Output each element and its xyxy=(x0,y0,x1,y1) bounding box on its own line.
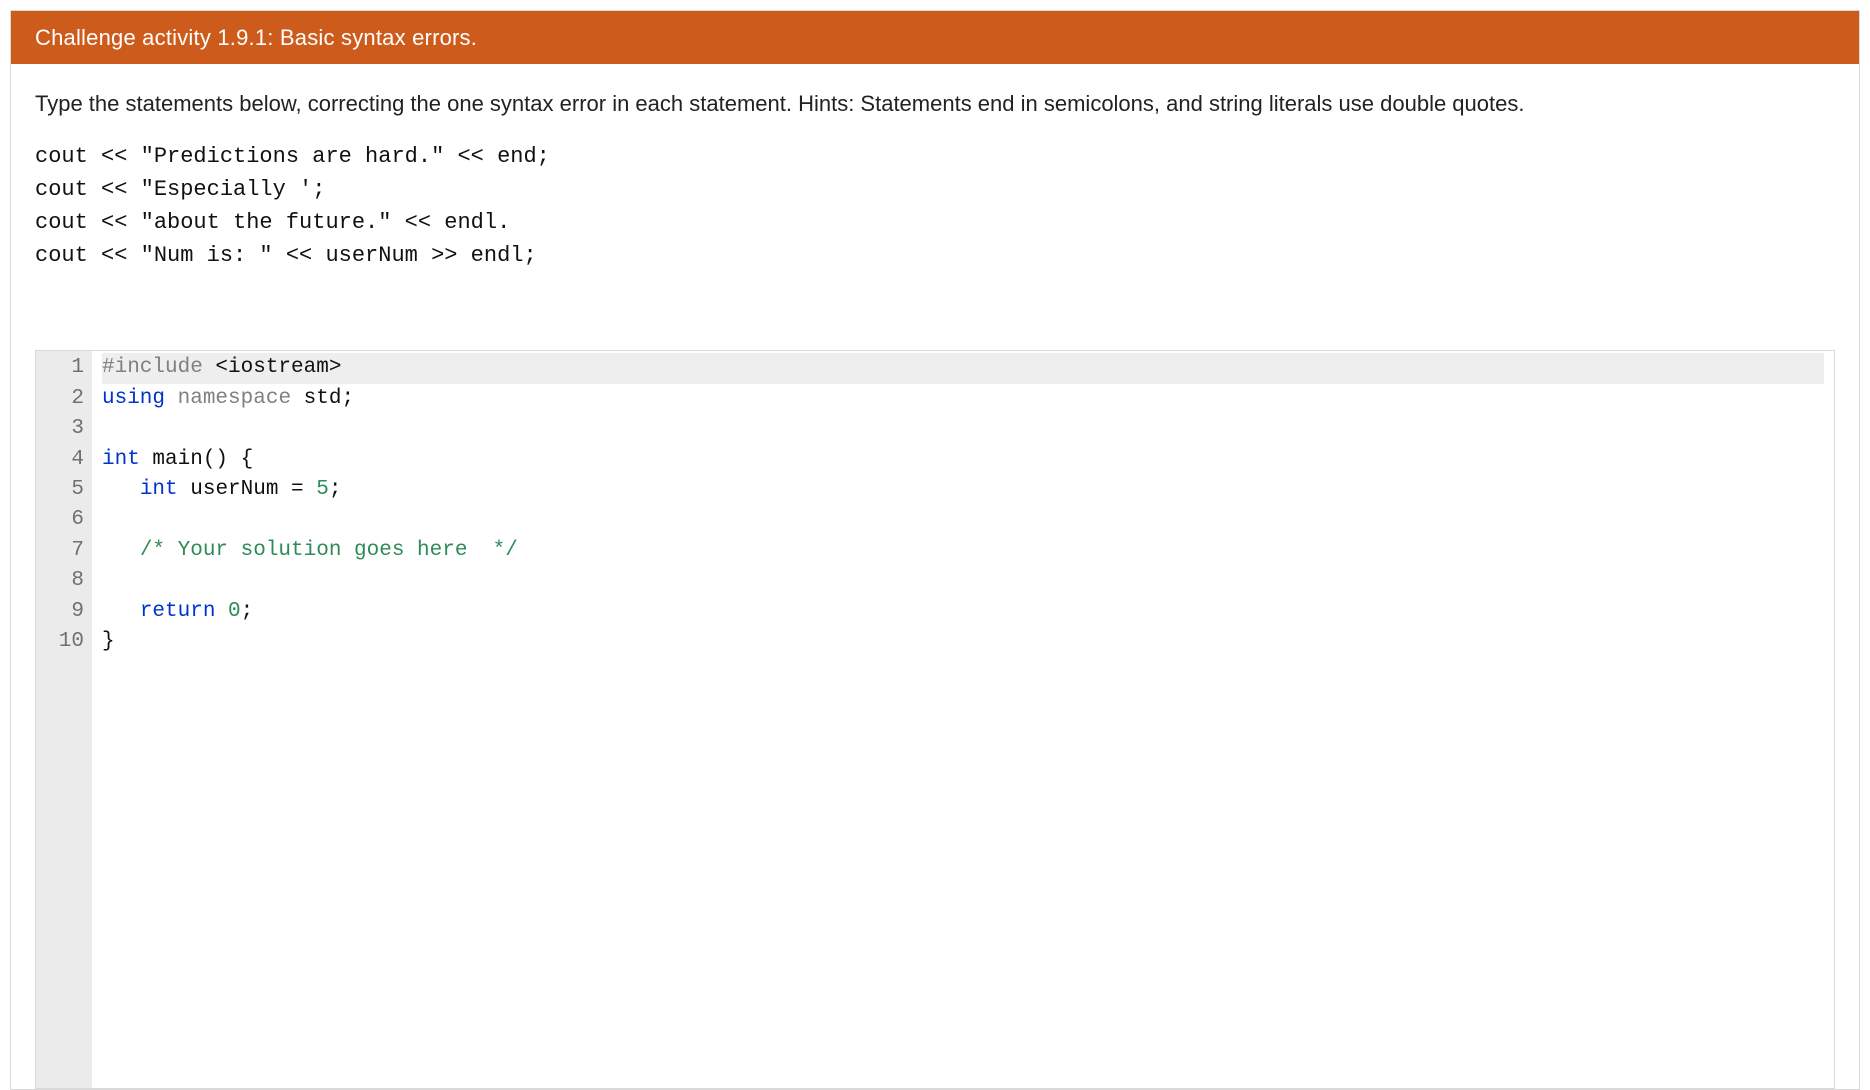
code-line[interactable]: #include <iostream> xyxy=(102,353,1824,383)
code-line[interactable]: int main() { xyxy=(102,445,1824,475)
instructions: Type the statements below, correcting th… xyxy=(35,88,1835,120)
code-line[interactable]: return 0; xyxy=(102,597,1824,627)
line-number: 4 xyxy=(50,445,84,475)
line-number: 7 xyxy=(50,536,84,566)
code-line[interactable]: using namespace std; xyxy=(102,384,1824,414)
line-number: 9 xyxy=(50,597,84,627)
banner-number: 1.9.1: xyxy=(217,25,273,50)
code-line[interactable]: /* Your solution goes here */ xyxy=(102,536,1824,566)
line-number: 2 xyxy=(50,384,84,414)
line-number: 8 xyxy=(50,566,84,596)
code-line[interactable] xyxy=(102,414,1824,444)
line-number: 5 xyxy=(50,475,84,505)
challenge-card: Challenge activity 1.9.1: Basic syntax e… xyxy=(10,10,1860,1090)
line-number: 1 xyxy=(50,353,84,383)
code-area[interactable]: #include <iostream>using namespace std; i… xyxy=(92,351,1834,1088)
banner-label: Challenge activity xyxy=(35,25,211,50)
code-editor[interactable]: 12345678910 #include <iostream>using nam… xyxy=(35,350,1835,1089)
line-number: 3 xyxy=(50,414,84,444)
sample-code: cout << "Predictions are hard." << end; … xyxy=(35,140,1835,272)
challenge-banner: Challenge activity 1.9.1: Basic syntax e… xyxy=(11,11,1859,64)
line-number: 6 xyxy=(50,505,84,535)
code-line[interactable] xyxy=(102,505,1824,535)
code-line[interactable]: int userNum = 5; xyxy=(102,475,1824,505)
line-number: 10 xyxy=(50,627,84,657)
line-number-gutter: 12345678910 xyxy=(36,351,92,1088)
code-line[interactable] xyxy=(102,566,1824,596)
code-line[interactable]: } xyxy=(102,627,1824,657)
banner-title: Basic syntax errors. xyxy=(280,25,477,50)
